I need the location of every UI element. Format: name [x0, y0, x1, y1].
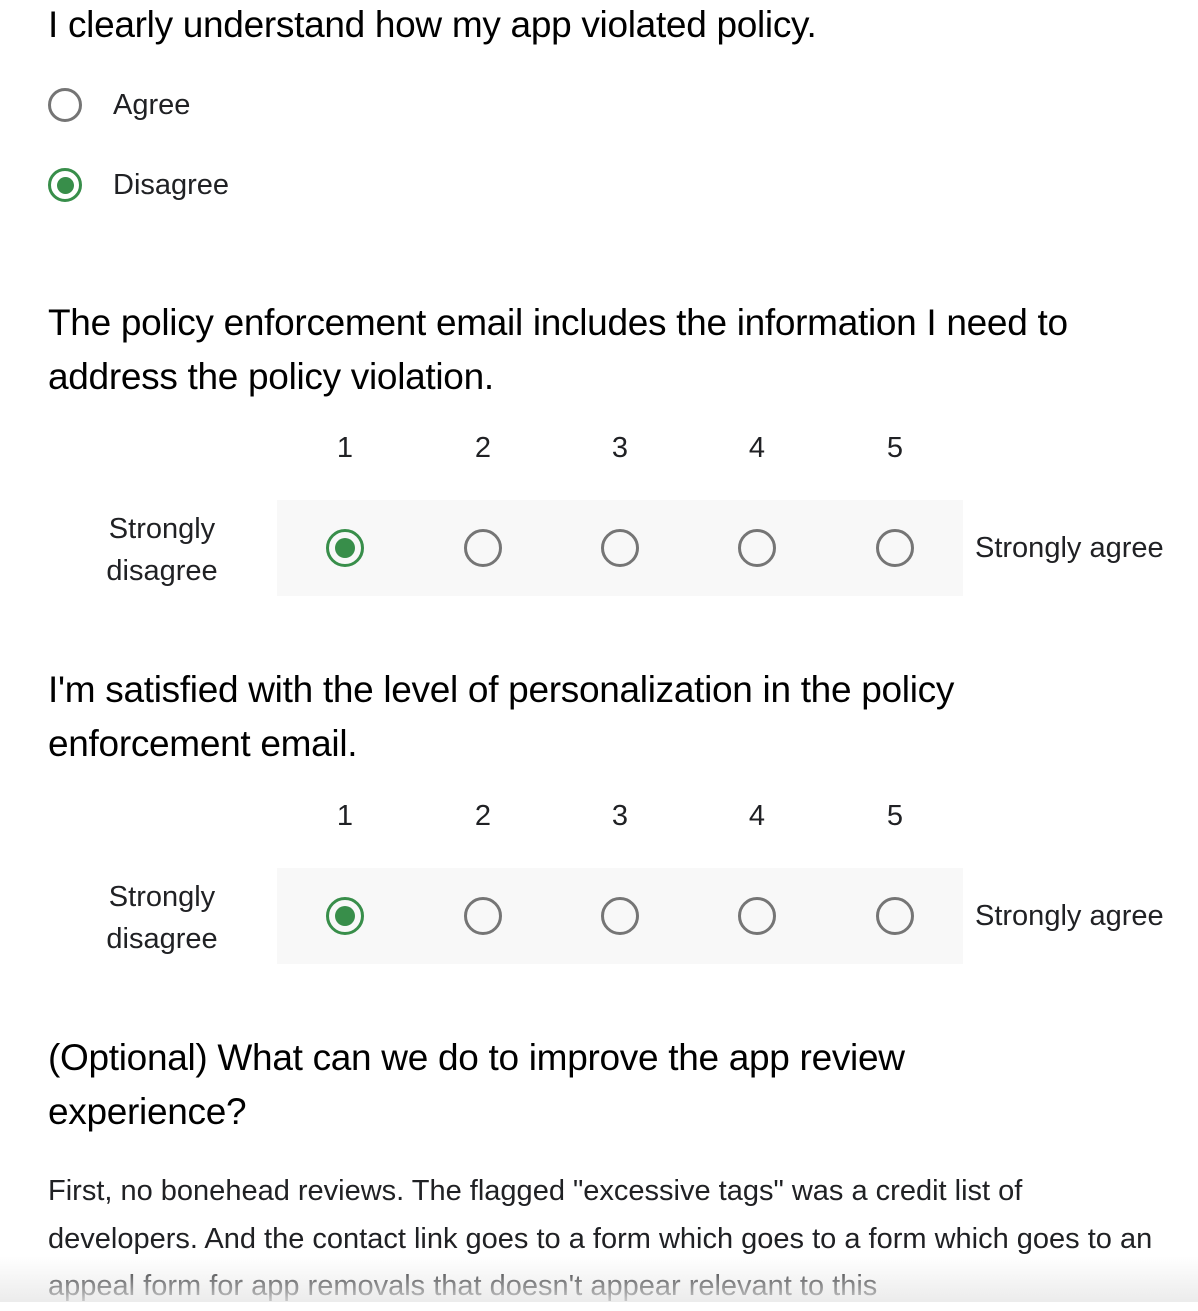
scale-radio-4[interactable] [738, 897, 776, 935]
question-title: I clearly understand how my app violated… [48, 4, 817, 45]
question-title: (Optional) What can we do to improve the… [48, 1037, 905, 1132]
option-disagree[interactable]: Disagree [48, 165, 229, 205]
scale-number: 3 [611, 432, 629, 464]
question-title: The policy enforcement email includes th… [48, 302, 1068, 397]
scale-low-label: Strongly disagree [106, 513, 218, 587]
radio-disagree[interactable] [48, 168, 82, 202]
scale-high-label: Strongly agree [975, 900, 1164, 932]
scale-number: 1 [336, 432, 354, 464]
scale-radio-4[interactable] [738, 529, 776, 567]
option-label: Agree [113, 88, 191, 121]
option-label: Disagree [113, 168, 230, 201]
scale-radio-5[interactable] [876, 529, 914, 567]
question-title: I'm satisfied with the level of personal… [48, 669, 955, 764]
answer-text: First, no bonehead reviews. The flagged … [48, 1175, 1153, 1302]
scale-number: 5 [886, 432, 904, 464]
scale-low-label: Strongly disagree [106, 881, 218, 955]
scale-number: 2 [474, 800, 492, 832]
scale-high-label: Strongly agree [975, 532, 1164, 564]
scale-number: 2 [474, 432, 492, 464]
scale-number: 4 [748, 800, 766, 832]
scale-radio-2[interactable] [464, 897, 502, 935]
scale-numbers: 1 2 3 4 5 [277, 800, 963, 860]
scale-number: 4 [748, 432, 766, 464]
scale-radio-1[interactable] [326, 897, 364, 935]
scale-number: 3 [611, 800, 629, 832]
scale-options [277, 500, 963, 596]
scale-radio-1[interactable] [326, 529, 364, 567]
radio-agree[interactable] [48, 88, 82, 122]
scale-number: 5 [886, 800, 904, 832]
scale-radio-2[interactable] [464, 529, 502, 567]
option-agree[interactable]: Agree [48, 85, 190, 125]
scale-radio-5[interactable] [876, 897, 914, 935]
scale-options [277, 868, 963, 964]
scale-radio-3[interactable] [601, 897, 639, 935]
scale-radio-3[interactable] [601, 529, 639, 567]
scale-numbers: 1 2 3 4 5 [277, 432, 963, 492]
scale-number: 1 [336, 800, 354, 832]
